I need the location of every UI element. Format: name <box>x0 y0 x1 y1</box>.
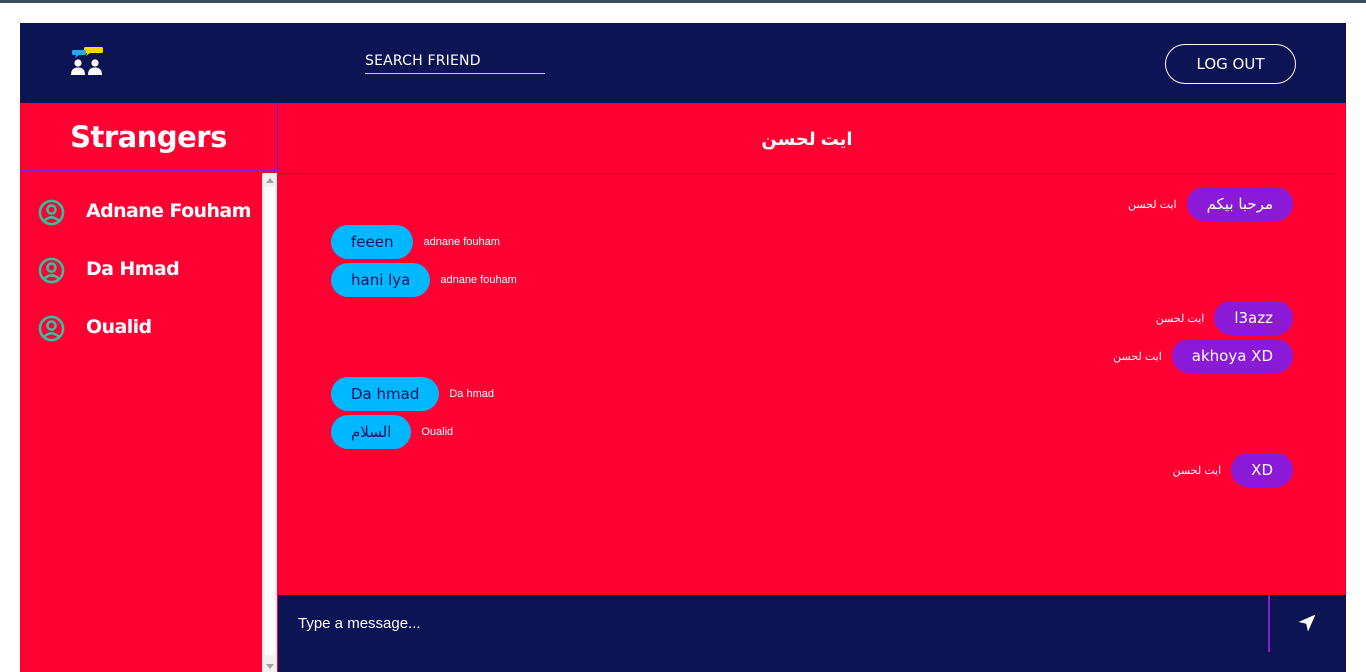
friend-name: Adnane Fouham <box>86 200 251 222</box>
message-incoming: hani lya adnane fouham <box>331 262 517 298</box>
chat-panel: ايت لحسن ايت لحسن مرحبا بيكم feeen adnan… <box>278 103 1346 595</box>
user-circle-icon <box>38 315 65 342</box>
user-circle-icon <box>38 199 65 226</box>
top-navbar: SEARCH FRIEND LOG OUT <box>20 23 1346 103</box>
message-incoming: Da hmad Da hmad <box>331 376 494 412</box>
message-sender: ايت لحسن <box>1172 464 1222 477</box>
send-divider <box>1268 595 1270 652</box>
logout-button[interactable]: LOG OUT <box>1165 44 1296 84</box>
message-bubble: XD <box>1231 453 1293 487</box>
message-outgoing: ايت لحسن مرحبا بيكم <box>1128 186 1293 222</box>
friend-item-oualid[interactable]: Oualid <box>38 310 258 346</box>
message-sender: adnane fouham <box>440 274 517 286</box>
message-incoming: feeen adnane fouham <box>331 224 500 260</box>
message-incoming: السلام Oualid <box>331 414 453 450</box>
scroll-down-arrow-icon[interactable] <box>266 664 274 669</box>
message-outgoing: ايت لحسن l3azz <box>1156 300 1293 336</box>
friend-name: Oualid <box>86 316 152 338</box>
window-top-border <box>0 0 1366 3</box>
friend-item-adnane-fouham[interactable]: Adnane Fouham <box>38 194 258 230</box>
search-friend-input[interactable]: SEARCH FRIEND <box>365 51 545 74</box>
chat-users-logo-icon[interactable] <box>70 47 106 79</box>
message-bubble: hani lya <box>331 263 431 297</box>
scroll-up-arrow-icon[interactable] <box>266 178 274 183</box>
send-arrow-icon[interactable] <box>1297 613 1317 633</box>
friend-name: Da Hmad <box>86 258 180 280</box>
message-bubble: l3azz <box>1214 301 1293 335</box>
message-composer <box>278 595 1346 672</box>
friends-sidebar: Strangers Adnane Fouham Da Hmad Oualid <box>20 103 278 672</box>
message-outgoing: ايت لحسن akhoya XD <box>1113 338 1293 374</box>
friend-item-da-hmad[interactable]: Da Hmad <box>38 252 258 288</box>
chat-app: SEARCH FRIEND LOG OUT Strangers Adnane F… <box>20 23 1346 672</box>
user-circle-icon <box>38 257 65 284</box>
message-sender: Da hmad <box>449 388 494 400</box>
message-sender: ايت لحسن <box>1155 312 1205 325</box>
message-sender: Oualid <box>421 426 454 438</box>
message-bubble: Da hmad <box>331 377 440 411</box>
chat-title: ايت لحسن <box>278 103 1336 175</box>
message-bubble: akhoya XD <box>1171 339 1293 373</box>
message-input[interactable] <box>278 595 1268 652</box>
message-sender: ايت لحسن <box>1113 350 1162 363</box>
sidebar-title: Strangers <box>20 103 278 172</box>
message-bubble: مرحبا بيكم <box>1186 187 1293 221</box>
message-sender: adnane fouham <box>423 236 500 248</box>
message-sender: ايت لحسن <box>1127 198 1177 211</box>
message-bubble: feeen <box>331 225 414 259</box>
sidebar-scrollbar[interactable] <box>262 173 277 672</box>
scrollbar-thumb[interactable] <box>265 187 275 655</box>
message-outgoing: ايت لحسن XD <box>1173 452 1293 488</box>
message-bubble: السلام <box>331 415 412 449</box>
